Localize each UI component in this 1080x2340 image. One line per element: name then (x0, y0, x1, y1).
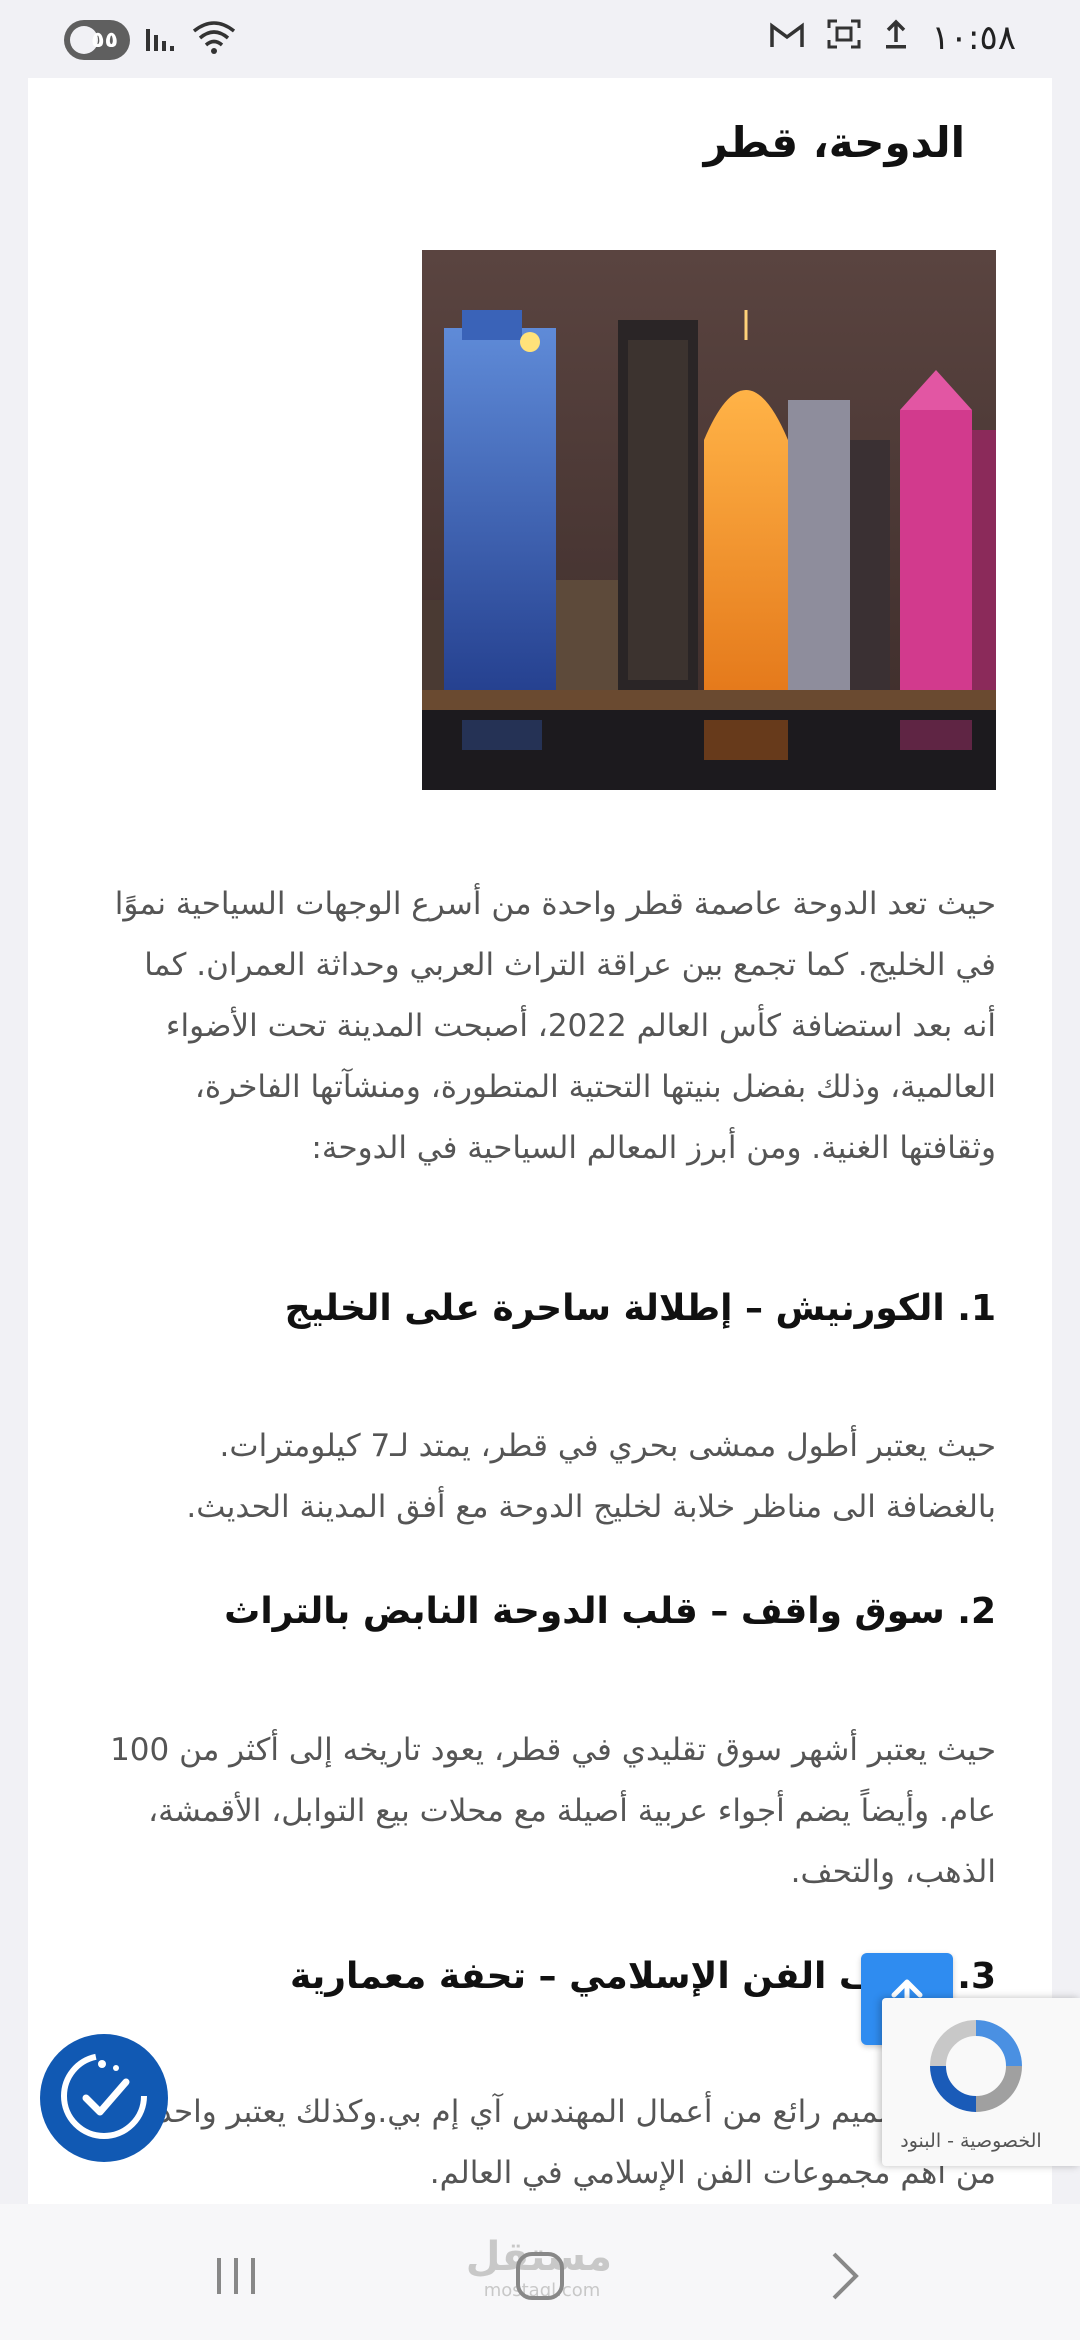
check-sparkle-icon (56, 2048, 152, 2148)
system-navigation-bar: مستقل mostaql.com (0, 2204, 1080, 2340)
battery-level: ٥٥ (91, 27, 118, 53)
wifi-icon (192, 21, 236, 59)
clock: ١٠:٥٨ (931, 18, 1016, 58)
status-bar: ٥٥ ١٠:٥٨ (0, 0, 1080, 78)
recaptcha-links[interactable]: الخصوصية - البنود (882, 2130, 1060, 2152)
recaptcha-logo-icon (926, 2016, 1026, 2120)
upload-icon (883, 18, 909, 58)
section-heading-2: 2. سوق واقف – قلب الدوحة النابض بالتراث (224, 1591, 996, 1632)
section-body-1: حيث يعتبر أطول ممشى بحري في قطر، يمتد لـ… (186, 1428, 996, 1525)
status-right: ١٠:٥٨ (769, 18, 1016, 58)
section-heading-1: 1. الكورنيش – إطلالة ساحرة على الخليج (284, 1288, 996, 1329)
screenshot-icon (827, 18, 861, 58)
recaptcha-badge[interactable]: الخصوصية - البنود (882, 1998, 1080, 2166)
article-content: الدوحة، قطر حيث تعد الدوحة عاصمة قطر واح… (28, 78, 1052, 2204)
signal-icon (144, 23, 178, 57)
verified-badge[interactable] (40, 2034, 168, 2162)
recent-apps-button[interactable] (206, 2246, 266, 2306)
intro-paragraph: حيث تعد الدوحة عاصمة قطر واحدة من أسرع ا… (114, 886, 996, 1166)
home-button[interactable] (510, 2246, 570, 2306)
battery-indicator: ٥٥ (64, 20, 130, 60)
section-body-2: حيث يعتبر أشهر سوق تقليدي في قطر، يعود ت… (110, 1732, 996, 1890)
gmail-icon (769, 19, 805, 57)
back-button[interactable] (814, 2246, 874, 2306)
status-left: ٥٥ (64, 20, 236, 60)
page-title: الدوحة، قطر (703, 118, 965, 167)
section-body-3: يتميز بتصميم رائع من أعمال المهندس آي إم… (141, 2094, 996, 2191)
doha-skyline-image (422, 250, 996, 790)
